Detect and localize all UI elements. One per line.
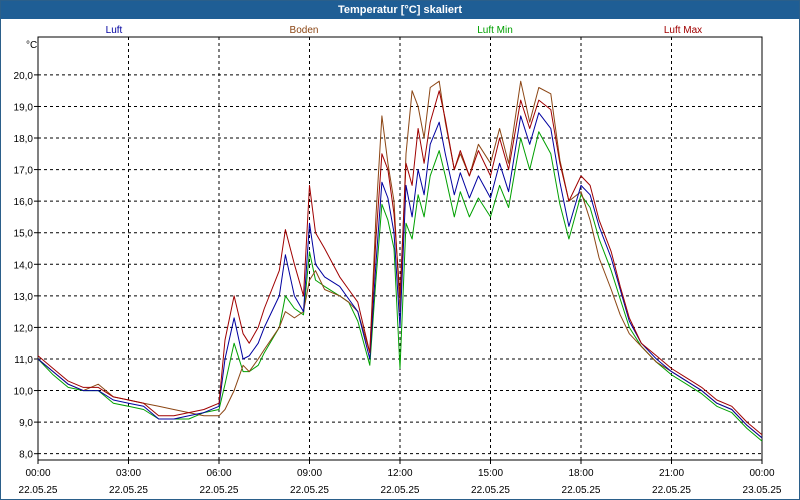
x-tick-time: 00:00 <box>25 468 50 479</box>
x-tick-date: 23.05.25 <box>743 485 782 496</box>
x-tick-date: 22.05.25 <box>109 485 148 496</box>
x-tick-time: 12:00 <box>387 468 412 479</box>
y-tick-label: 8,0 <box>19 450 33 461</box>
x-tick-time: 15:00 <box>478 468 503 479</box>
y-tick-label: 19,0 <box>14 102 34 113</box>
y-tick-label: 16,0 <box>14 197 34 208</box>
x-tick-date: 22.05.25 <box>562 485 601 496</box>
x-tick-date: 22.05.25 <box>19 485 58 496</box>
chart-grid <box>38 37 762 460</box>
series-line-luft <box>37 112 763 439</box>
temperature-chart: °C 8,0 9,0 10,0 11,0 12,0 13,0 14,0 15,0 16,0 17,… <box>14 36 782 496</box>
x-tick-time: 06:00 <box>206 468 231 479</box>
y-axis-ticks: 8,0 9,0 10,0 11,0 12,0 13,0 14,0 15,0 16,0 17,0 18… <box>14 71 38 461</box>
y-tick-label: 13,0 <box>14 292 34 303</box>
x-tick-date: 22.05.25 <box>290 485 329 496</box>
y-unit-label: °C <box>26 40 37 51</box>
x-axis-ticks: 00:00 22.05.25 03:00 22.05.25 06:00 22.05.25 0… <box>19 460 782 496</box>
x-tick-time: 18:00 <box>568 468 593 479</box>
series-line-luft-max <box>37 90 763 436</box>
y-tick-label: 12,0 <box>14 323 34 334</box>
x-tick-date: 22.05.25 <box>381 485 420 496</box>
x-tick-date: 22.05.25 <box>652 485 691 496</box>
y-tick-label: 9,0 <box>19 418 33 429</box>
x-tick-time: 03:00 <box>116 468 141 479</box>
y-tick-label: 10,0 <box>14 387 34 398</box>
y-tick-label: 15,0 <box>14 229 34 240</box>
x-tick-time: 21:00 <box>659 468 684 479</box>
x-tick-time: 00:00 <box>749 468 774 479</box>
x-tick-date: 22.05.25 <box>471 485 510 496</box>
x-tick-date: 22.05.25 <box>200 485 239 496</box>
y-tick-label: 11,0 <box>14 355 33 366</box>
y-tick-label: 17,0 <box>14 166 34 177</box>
y-tick-label: 18,0 <box>14 134 34 145</box>
y-tick-label: 14,0 <box>14 260 34 271</box>
x-tick-time: 09:00 <box>297 468 322 479</box>
y-tick-label: 20,0 <box>14 71 34 82</box>
